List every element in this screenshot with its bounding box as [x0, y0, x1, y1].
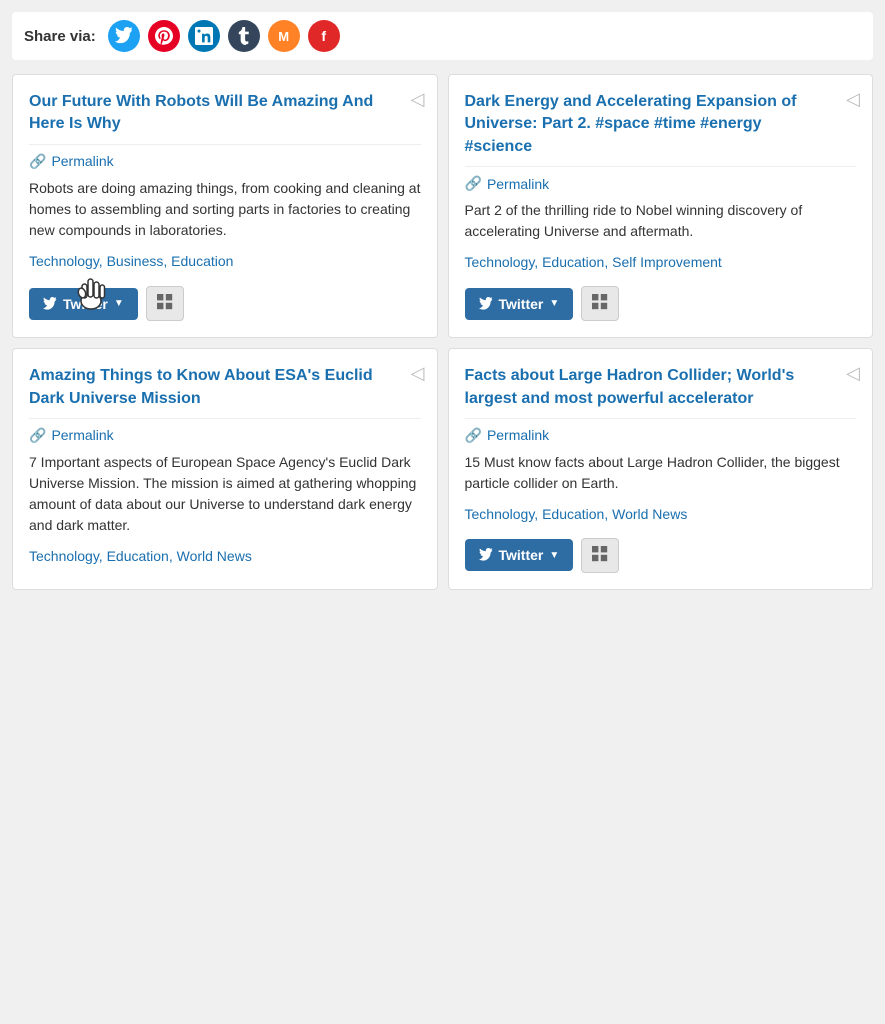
card-2-twitter-button[interactable]: Twitter ▼	[465, 288, 574, 320]
card-4-caret: ▼	[549, 550, 559, 561]
card-2-share-icon[interactable]: ◁	[846, 89, 860, 110]
card-1-twitter-button[interactable]: Twitter ▼	[29, 288, 138, 320]
card-1: Our Future With Robots Will Be Amazing A…	[12, 74, 438, 338]
card-1-share-more-button[interactable]	[146, 286, 184, 321]
share-bar: Share via: M f	[12, 12, 873, 60]
card-3-excerpt: 7 Important aspects of European Space Ag…	[29, 452, 421, 536]
card-2-excerpt: Part 2 of the thrilling ride to Nobel wi…	[465, 200, 857, 242]
share-linkedin-icon[interactable]	[188, 20, 220, 52]
card-2-twitter-label: Twitter	[499, 296, 544, 312]
card-2-footer: Twitter ▼	[465, 278, 857, 321]
card-4-footer: Twitter ▼	[465, 530, 857, 573]
share-label: Share via:	[24, 28, 96, 45]
link-icon: 🔗	[29, 153, 46, 170]
card-2-share-more-button[interactable]	[581, 286, 619, 321]
share-mix-icon[interactable]: M	[268, 20, 300, 52]
card-2-permalink[interactable]: 🔗 Permalink	[465, 166, 857, 192]
card-1-twitter-label: Twitter	[63, 296, 108, 312]
card-2-caret: ▼	[549, 298, 559, 309]
card-2: Dark Energy and Accelerating Expansion o…	[448, 74, 874, 338]
card-4-share-more-button[interactable]	[581, 538, 619, 573]
share-twitter-icon[interactable]	[108, 20, 140, 52]
card-4-twitter-button[interactable]: Twitter ▼	[465, 539, 574, 571]
share-pinterest-icon[interactable]	[148, 20, 180, 52]
share-flipboard-icon[interactable]: f	[308, 20, 340, 52]
card-4-permalink[interactable]: 🔗 Permalink	[465, 418, 857, 444]
link-icon-3: 🔗	[29, 427, 46, 444]
card-1-share-icon[interactable]: ◁	[411, 89, 425, 110]
card-1-caret: ▼	[114, 298, 124, 309]
card-4-excerpt: 15 Must know facts about Large Hadron Co…	[465, 452, 857, 494]
card-3-share-icon[interactable]: ◁	[411, 363, 425, 384]
card-1-permalink[interactable]: 🔗 Permalink	[29, 144, 421, 170]
card-2-title[interactable]: Dark Energy and Accelerating Expansion o…	[465, 91, 857, 158]
card-4-title[interactable]: Facts about Large Hadron Collider; World…	[465, 365, 857, 410]
link-icon-4: 🔗	[465, 427, 482, 444]
card-3-tags: Technology, Education, World News	[29, 548, 421, 564]
card-1-title[interactable]: Our Future With Robots Will Be Amazing A…	[29, 91, 421, 136]
card-2-tags: Technology, Education, Self Improvement	[465, 254, 857, 270]
share-tumblr-icon[interactable]	[228, 20, 260, 52]
card-1-footer: Twitter ▼	[29, 278, 421, 321]
link-icon-2: 🔗	[465, 175, 482, 192]
card-3: Amazing Things to Know About ESA's Eucli…	[12, 348, 438, 590]
card-4-share-icon[interactable]: ◁	[846, 363, 860, 384]
card-1-tags: Technology, Business, Education	[29, 253, 421, 269]
card-4-tags: Technology, Education, World News	[465, 506, 857, 522]
card-1-excerpt: Robots are doing amazing things, from co…	[29, 178, 421, 241]
card-4: Facts about Large Hadron Collider; World…	[448, 348, 874, 590]
card-3-title[interactable]: Amazing Things to Know About ESA's Eucli…	[29, 365, 421, 410]
cards-grid: Our Future With Robots Will Be Amazing A…	[12, 74, 873, 590]
card-3-permalink[interactable]: 🔗 Permalink	[29, 418, 421, 444]
card-4-twitter-label: Twitter	[499, 547, 544, 563]
